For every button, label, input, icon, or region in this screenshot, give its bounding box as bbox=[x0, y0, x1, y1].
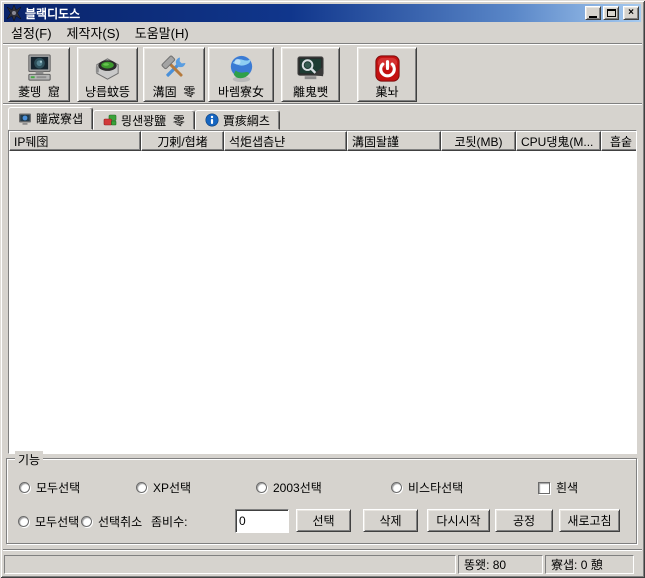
radio-deselect[interactable]: 선택취소 bbox=[81, 513, 142, 530]
info-tab-icon bbox=[205, 113, 219, 127]
radio-select-all-1[interactable]: 모두선택 bbox=[19, 479, 80, 496]
tab-processes[interactable]: 믱샌꽝鹽 零 bbox=[93, 110, 195, 130]
tab-label: 瞳宬寮샙 bbox=[36, 110, 83, 127]
zombie-count-label: 좀비수: bbox=[151, 513, 187, 530]
power-icon bbox=[372, 53, 403, 84]
toolbar-button-label: 溝固 零 bbox=[153, 85, 196, 99]
titlebar: 블랙디도스 × bbox=[4, 4, 641, 22]
toolbar-button-hosts[interactable]: 菱뗑 窟 bbox=[8, 47, 70, 102]
process-button[interactable]: 공정 bbox=[495, 509, 553, 532]
tab-hosts[interactable]: 瞳宬寮샙 bbox=[8, 107, 93, 130]
radio-icon bbox=[18, 516, 29, 527]
menubar: 설정(F) 제작자(S) 도움말(H) bbox=[4, 23, 641, 42]
radio-label: 선택취소 bbox=[98, 513, 142, 530]
select-button[interactable]: 선택 bbox=[296, 509, 351, 532]
tab-info[interactable]: 賈痎綱츠 bbox=[195, 110, 280, 130]
status-pane-main bbox=[4, 555, 456, 574]
app-window: 블랙디도스 × 설정(F) 제작자(S) 도움말(H) 菱뗑 窟 냥릅蚊뜽 溝固… bbox=[0, 0, 645, 578]
scan-icon bbox=[295, 53, 326, 84]
refresh-button[interactable]: 새로고침 bbox=[559, 509, 620, 532]
checkbox-label: 흰색 bbox=[556, 479, 578, 496]
close-icon: × bbox=[628, 8, 634, 18]
radio-label: XP선택 bbox=[153, 479, 191, 496]
minimize-icon bbox=[589, 16, 597, 18]
radio-select-vista[interactable]: 비스타선택 bbox=[391, 479, 463, 496]
column-header-note[interactable]: 溝固돨謹 bbox=[347, 131, 441, 151]
toolbar-button-storage[interactable]: 냥릅蚊뜽 bbox=[77, 47, 138, 102]
radio-icon bbox=[136, 482, 147, 493]
window-controls: × bbox=[585, 6, 639, 20]
column-header-cpu[interactable]: CPU댕鬼(M... bbox=[516, 131, 601, 151]
host-list[interactable]: IP뒈囹 刀剌/협堵 석炬샙츰냔 溝固돨謹 코됫(MB) CPU댕鬼(M... … bbox=[8, 130, 637, 454]
radio-icon bbox=[256, 482, 267, 493]
checkbox-icon bbox=[538, 482, 550, 494]
column-header-computer-name[interactable]: 석炬샙츰냔 bbox=[224, 131, 347, 151]
radio-label: 모두선택 bbox=[36, 479, 80, 496]
radio-label: 비스타선택 bbox=[408, 479, 463, 496]
column-header-memory[interactable]: 코됫(MB) bbox=[441, 131, 516, 151]
radio-select-2003[interactable]: 2003선택 bbox=[256, 479, 322, 496]
column-header-last[interactable]: 흡숱 bbox=[601, 131, 637, 151]
toolbar: 菱뗑 窟 냥릅蚊뜽 溝固 零 바렘寮女 離鬼뺏 菓놔 bbox=[3, 43, 642, 104]
minimize-button[interactable] bbox=[585, 6, 601, 20]
maximize-button[interactable] bbox=[603, 6, 619, 20]
list-body[interactable] bbox=[9, 151, 636, 453]
function-groupbox: 기능 모두선택 XP선택 2003선택 비스타선택 흰색 모두선택 선택취소 bbox=[6, 458, 637, 544]
restart-button[interactable]: 다시시작 bbox=[427, 509, 490, 532]
menu-settings[interactable]: 설정(F) bbox=[11, 23, 52, 42]
toolbar-button-scan[interactable]: 離鬼뺏 bbox=[281, 47, 340, 102]
toolbar-button-power[interactable]: 菓놔 bbox=[357, 47, 417, 102]
app-logo-icon[interactable] bbox=[6, 5, 22, 21]
close-button[interactable]: × bbox=[623, 6, 639, 20]
tab-label: 賈痎綱츠 bbox=[223, 112, 270, 129]
maximize-icon bbox=[607, 9, 616, 17]
computer-icon bbox=[24, 53, 55, 84]
menu-help[interactable]: 도움말(H) bbox=[135, 23, 189, 42]
toolbar-button-label: 菓놔 bbox=[375, 85, 398, 99]
toolbar-button-label: 바렘寮女 bbox=[218, 85, 264, 99]
globe-icon bbox=[226, 53, 257, 84]
radio-select-xp[interactable]: XP선택 bbox=[136, 479, 191, 496]
monitor-tab-icon bbox=[18, 112, 32, 126]
checkbox-white[interactable]: 흰색 bbox=[538, 479, 578, 496]
storage-icon bbox=[92, 53, 123, 84]
statusbar: 똥왯: 80 寮샙: 0 憩 bbox=[3, 549, 642, 575]
toolbar-button-web[interactable]: 바렘寮女 bbox=[208, 47, 274, 102]
toolbar-button-label: 냥릅蚊뜽 bbox=[85, 85, 130, 99]
delete-button[interactable]: 삭제 bbox=[363, 509, 418, 532]
menu-author[interactable]: 제작자(S) bbox=[67, 23, 120, 42]
radio-select-all-2[interactable]: 모두선택 bbox=[18, 513, 79, 530]
window-title: 블랙디도스 bbox=[25, 5, 585, 22]
tools-icon bbox=[159, 53, 190, 84]
radio-label: 모두선택 bbox=[35, 513, 79, 530]
blocks-tab-icon bbox=[103, 113, 117, 127]
toolbar-button-label: 菱뗑 窟 bbox=[18, 85, 60, 99]
tab-bar: 瞳宬寮샙 믱샌꽝鹽 零 賈痎綱츠 bbox=[8, 107, 280, 130]
radio-icon bbox=[391, 482, 402, 493]
column-header-ip[interactable]: IP뒈囹 bbox=[9, 131, 141, 151]
tab-label: 믱샌꽝鹽 零 bbox=[121, 112, 185, 129]
status-pane-hosts: 寮샙: 0 憩 bbox=[545, 555, 634, 574]
list-header: IP뒈囹 刀剌/협堵 석炬샙츰냔 溝固돨謹 코됫(MB) CPU댕鬼(M... … bbox=[9, 131, 636, 151]
groupbox-label: 기능 bbox=[15, 451, 43, 468]
radio-icon bbox=[19, 482, 30, 493]
zombie-count-input[interactable] bbox=[235, 509, 289, 533]
toolbar-button-label: 離鬼뺏 bbox=[293, 85, 328, 99]
column-header-system[interactable]: 刀剌/협堵 bbox=[141, 131, 224, 151]
toolbar-button-tools[interactable]: 溝固 零 bbox=[143, 47, 205, 102]
radio-icon bbox=[81, 516, 92, 527]
status-pane-port: 똥왯: 80 bbox=[458, 555, 543, 574]
radio-label: 2003선택 bbox=[273, 479, 322, 496]
